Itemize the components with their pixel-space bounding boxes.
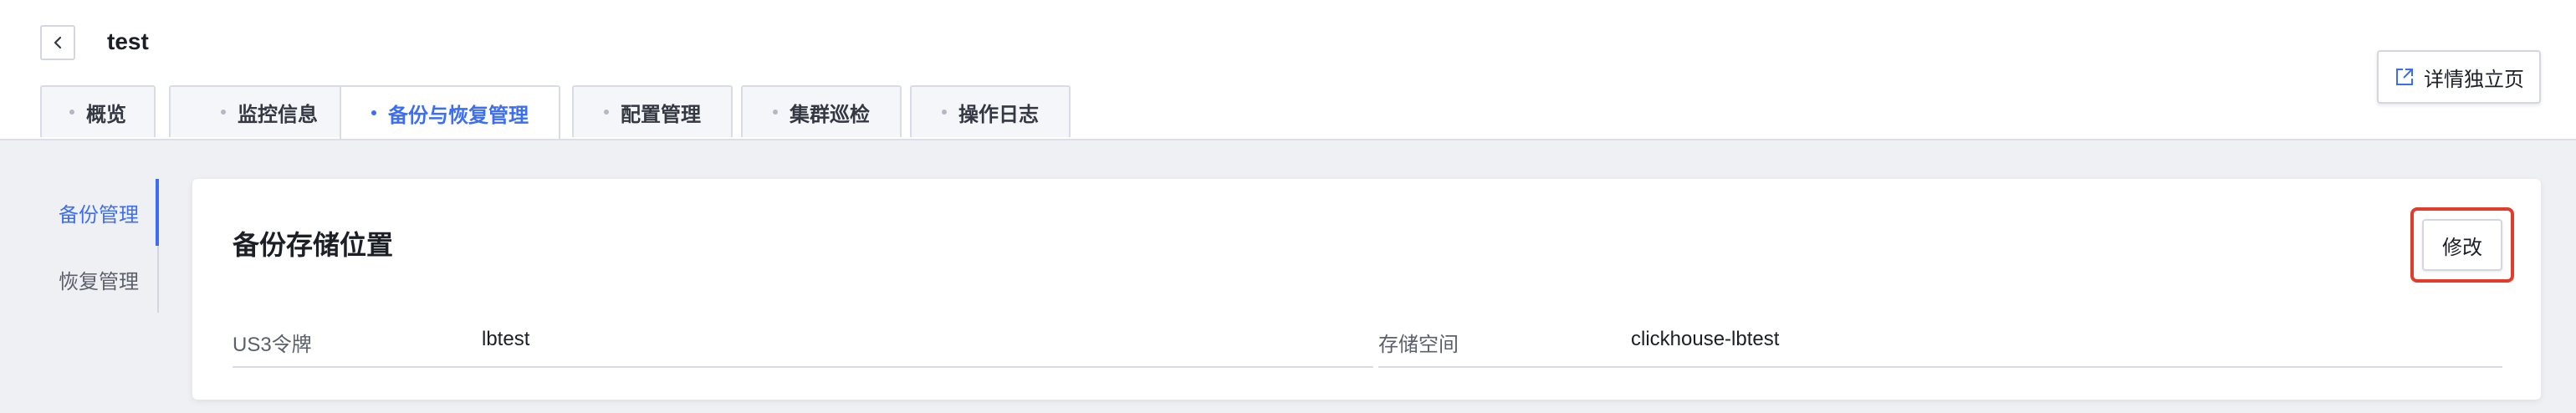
page-header: test 概览 监控信息 备份与恢复管理 配置管理 集群巡检 操作日志 详情独立… bbox=[0, 0, 2576, 140]
chevron-left-icon bbox=[54, 36, 62, 49]
backup-storage-card: 备份存储位置 修改 US3令牌 lbtest 存储空间 clickhouse-l… bbox=[192, 179, 2541, 400]
sidebar-item-restore[interactable]: 恢复管理 bbox=[54, 246, 159, 313]
field-label: 存储空间 bbox=[1378, 334, 1459, 356]
card-title: 备份存储位置 bbox=[233, 230, 394, 260]
tab-label: 监控信息 bbox=[238, 103, 318, 126]
tab-label: 备份与恢复管理 bbox=[388, 104, 529, 127]
edit-button[interactable]: 修改 bbox=[2422, 219, 2502, 271]
tab-label: 配置管理 bbox=[621, 103, 701, 126]
field-storage-space: 存储空间 clickhouse-lbtest bbox=[1378, 309, 2502, 368]
sidebar: 备份管理 恢复管理 bbox=[54, 179, 159, 313]
tab-inspection[interactable]: 集群巡检 bbox=[741, 85, 902, 137]
tab-label: 概览 bbox=[86, 103, 126, 126]
sidebar-item-backup[interactable]: 备份管理 bbox=[54, 179, 159, 246]
tab-dot bbox=[773, 110, 778, 115]
field-value: lbtest bbox=[482, 328, 530, 350]
tab-dot bbox=[69, 110, 74, 115]
back-button[interactable] bbox=[40, 25, 75, 60]
tab-label: 操作日志 bbox=[958, 103, 1039, 126]
tab-operation-log[interactable]: 操作日志 bbox=[910, 85, 1071, 137]
standalone-page-label: 详情独立页 bbox=[2424, 68, 2524, 91]
tab-dot bbox=[604, 110, 609, 115]
tab-dot bbox=[371, 110, 376, 115]
edit-highlight: 修改 bbox=[2410, 207, 2514, 283]
page-title: test bbox=[107, 28, 149, 54]
tab-dot bbox=[942, 110, 947, 115]
tab-config[interactable]: 配置管理 bbox=[572, 85, 733, 137]
tab-label: 集群巡检 bbox=[790, 103, 870, 126]
field-value: clickhouse-lbtest bbox=[1631, 328, 1780, 350]
tab-backup-restore[interactable]: 备份与恢复管理 bbox=[340, 85, 560, 139]
external-link-icon bbox=[2396, 69, 2413, 85]
tab-overview[interactable]: 概览 bbox=[40, 85, 156, 137]
field-label: US3令牌 bbox=[233, 334, 312, 356]
standalone-page-button[interactable]: 详情独立页 bbox=[2377, 50, 2541, 104]
sidebar-item-label: 备份管理 bbox=[59, 203, 139, 227]
tab-dot bbox=[221, 110, 226, 115]
field-us3-token: US3令牌 lbtest bbox=[233, 309, 1373, 368]
sidebar-item-label: 恢复管理 bbox=[59, 270, 139, 293]
